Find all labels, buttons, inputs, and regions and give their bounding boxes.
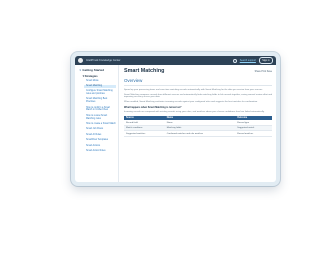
top-bar: IntelliTrack Knowledge Center Search sup… (75, 56, 276, 65)
title-row: Smart Matching Share Print Save (124, 68, 272, 74)
table-cell: Suggested matches (124, 130, 165, 137)
laptop-frame: IntelliTrack Knowledge Center Search sup… (71, 52, 280, 186)
logo-icon[interactable] (78, 58, 83, 63)
sidebar-item[interactable]: SmartFlow Templates (86, 139, 116, 142)
sidebar-group-label: Strategies (84, 74, 98, 78)
section-title: Overview (124, 78, 272, 86)
sidebar-item[interactable]: Configure Smart Matching rules and prior… (86, 90, 116, 96)
search-icon[interactable] (232, 58, 237, 63)
table-cell: Record matches (235, 130, 272, 137)
info-table: Source Name Outcome Record field Name Re… (124, 116, 272, 137)
sidebar-item[interactable]: Smart Actions (86, 145, 116, 148)
table-row: Suggested matches Confirmed matches and … (124, 130, 272, 137)
sidebar-item[interactable]: Smart Matching Best Practices (86, 98, 116, 104)
sidebar-item[interactable]: How to review Smart Matching rules (86, 115, 116, 121)
sidebar-item[interactable]: Smart Mode (86, 80, 116, 83)
screen: IntelliTrack Knowledge Center Search sup… (75, 56, 276, 182)
question-heading: What happens when Smart Matching is turn… (124, 106, 182, 110)
sidebar-section-label: Getting Started (82, 68, 105, 72)
stage: IntelliTrack Knowledge Center Search sup… (0, 0, 300, 257)
sidebar-item-active[interactable]: Smart Matching (84, 84, 116, 88)
paragraph: Smart Matching compares records from dif… (124, 93, 273, 99)
paragraph: Incoming records are compared with exist… (124, 111, 265, 114)
sidebar-item[interactable]: Smart Action Rules (86, 150, 116, 153)
sidebar-item[interactable]: Smart Job Flows (86, 128, 116, 131)
sidebar-item[interactable]: How to create a Smart Match (86, 123, 116, 126)
main-content: Smart Matching Share Print Save Overview… (119, 65, 276, 182)
search-support-link[interactable]: Search support (240, 59, 256, 62)
paragraph: Speed up your processing times and save … (124, 88, 263, 91)
content-area: ▼Getting Started ▼Strategies Smart Mode … (75, 65, 276, 182)
brand-name[interactable]: IntelliTrack Knowledge Center (86, 59, 121, 62)
page-actions[interactable]: Share Print Save (255, 71, 272, 73)
sidebar-item[interactable]: How to confirm a Smart Match in Unified … (86, 107, 116, 113)
paragraph: When enabled, Smart Matching evaluates i… (124, 101, 258, 104)
sidebar-group[interactable]: ▼Strategies (82, 75, 116, 78)
page-title: Smart Matching (124, 68, 165, 74)
sidebar-item[interactable]: Smart AI Rules (86, 134, 116, 137)
sidebar-section[interactable]: ▼Getting Started (79, 68, 116, 72)
sidebar: ▼Getting Started ▼Strategies Smart Mode … (75, 65, 119, 182)
sign-in-button[interactable]: Sign in (258, 57, 273, 64)
table-cell: Confirmed matches and rule matches (164, 130, 236, 137)
